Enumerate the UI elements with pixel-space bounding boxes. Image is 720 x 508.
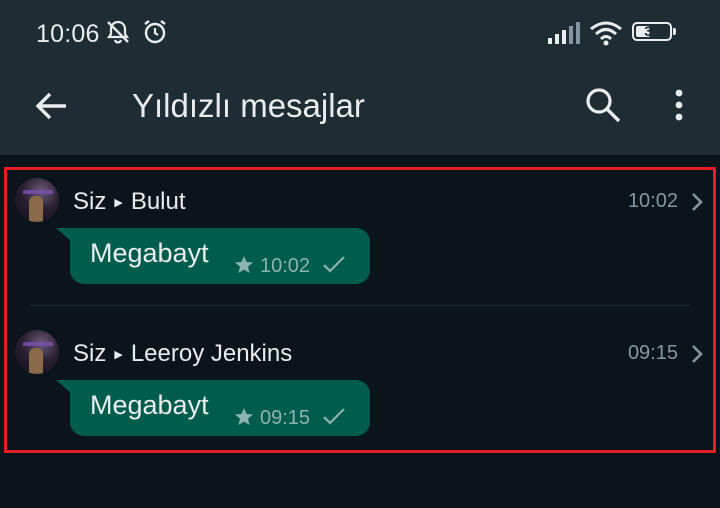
signal-icon (548, 22, 580, 44)
notifications-muted-icon (106, 20, 130, 44)
battery-icon: 38 (632, 22, 672, 41)
wifi-icon (590, 21, 622, 46)
alarm-icon (144, 20, 166, 44)
back-arrow-icon[interactable] (34, 88, 70, 124)
battery-tip (673, 28, 676, 35)
more-vert-icon[interactable] (672, 88, 686, 122)
status-bar: 10:06 38 (0, 0, 720, 64)
search-icon[interactable] (584, 86, 622, 124)
battery-percent: 38 (644, 23, 660, 39)
highlight-annotation-box (4, 167, 716, 453)
page-title: Yıldızlı mesajlar (132, 87, 365, 124)
top-app-bar: 10:06 38 Yıldızlı mesajlar (0, 0, 720, 155)
status-time: 10:06 (36, 20, 100, 48)
